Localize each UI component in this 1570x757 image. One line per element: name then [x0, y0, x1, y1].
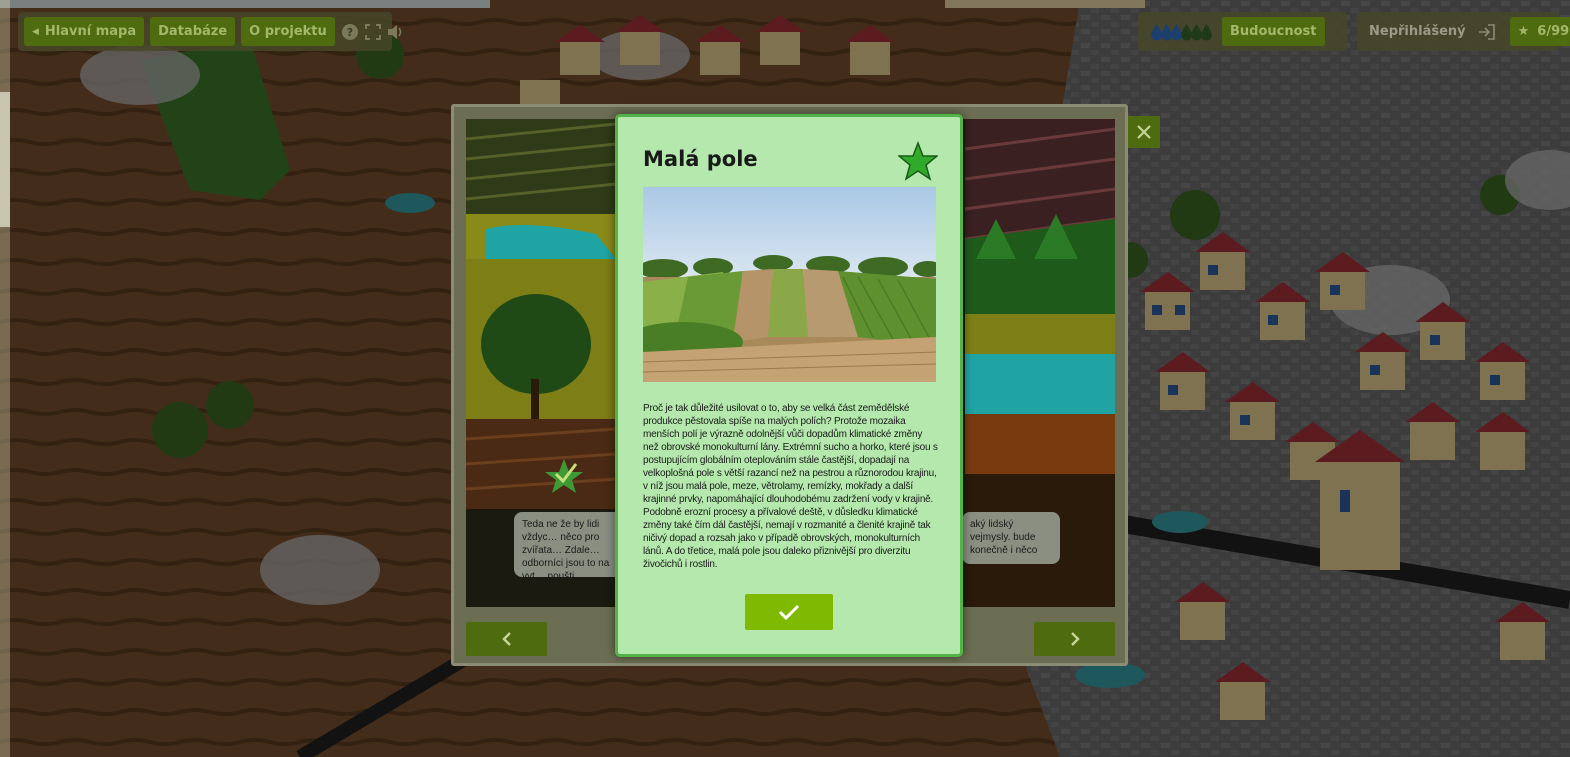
future-button[interactable]: Budoucnost [1222, 17, 1325, 46]
checkmark-icon [778, 604, 800, 620]
score-value: 6/99 [1537, 24, 1570, 39]
water-drops [1144, 23, 1212, 41]
star-icon: ★ [1517, 24, 1530, 39]
login-status[interactable]: Nepřihlášený [1363, 24, 1472, 39]
caret-left-icon: ◀ [32, 26, 39, 37]
water-status-bar: Budoucnost [1138, 12, 1347, 51]
user-status-bar: Nepřihlášený ★ 6/99 [1357, 12, 1570, 51]
speech-bubble-left: Teda ne že by lidi vždyc… něco pro zvířa… [514, 512, 624, 582]
main-map-label: Hlavní mapa [44, 24, 137, 39]
svg-text:?: ? [347, 26, 353, 39]
about-project-button[interactable]: O projektu [241, 17, 335, 46]
chevron-right-icon [1070, 632, 1080, 646]
sound-icon[interactable] [387, 17, 405, 46]
small-fields-photo [643, 187, 936, 382]
main-map-button[interactable]: ◀ Hlavní mapa [24, 17, 145, 46]
database-button[interactable]: Databáze [150, 17, 236, 46]
close-icon [1137, 125, 1151, 139]
help-icon[interactable]: ? [341, 17, 359, 46]
close-button[interactable] [1128, 116, 1160, 148]
field-photo [643, 187, 936, 382]
next-button[interactable] [1034, 622, 1115, 656]
card-title: Malá pole [643, 147, 758, 171]
chevron-left-icon [501, 632, 511, 646]
score-button[interactable]: ★ 6/99 [1509, 17, 1570, 46]
login-icon[interactable] [1478, 23, 1496, 40]
confirm-button[interactable] [745, 594, 833, 630]
card-body-text: Proč je tak důležité usilovat o to, aby … [643, 403, 938, 570]
info-card: Malá pole Proč je tak důležité usilovat … [615, 114, 963, 657]
left-panel-card [0, 92, 10, 227]
water-drop-empty-icon [1201, 23, 1212, 40]
previous-button[interactable] [466, 622, 547, 656]
top-left-toolbar: ◀ Hlavní mapa Databáze O projektu ? [18, 12, 402, 51]
fullscreen-icon[interactable] [364, 17, 381, 46]
star-icon [898, 141, 938, 181]
speech-bubble-right: aký lidský vejmysly. bude konečně i něco [962, 512, 1060, 564]
